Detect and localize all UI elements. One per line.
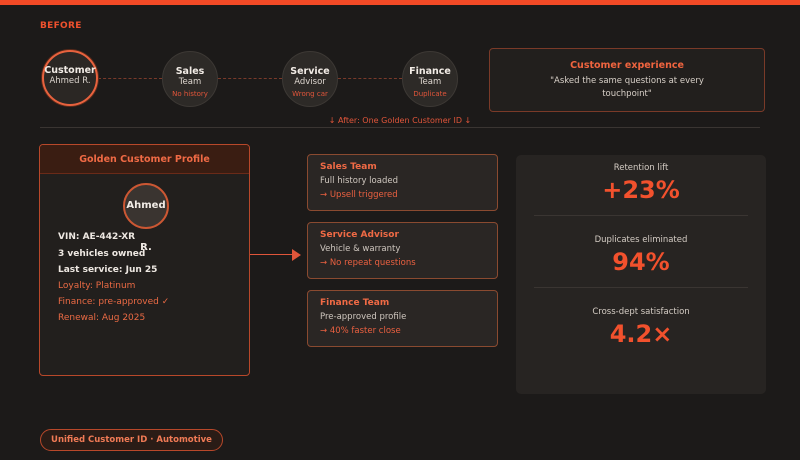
card-title: Service Advisor [320,230,399,240]
stage-subtitle: Team [178,77,202,87]
metric-value: +23% [602,176,680,204]
customer-experience-title: Customer experience [570,60,684,71]
after-label: ↓ After: One Golden Customer ID ↓ [328,116,472,125]
metric-retention: Retention lift +23% [516,163,766,204]
profile-vin: VIN: AE-442-XR [58,232,136,242]
customer-experience-quote: "Asked the same questions at every touch… [550,76,704,99]
profile-renewal: Renewal: Aug 2025 [58,313,146,323]
stage-subtitle: Team [418,77,442,87]
metric-label: Retention lift [613,163,669,173]
customer-experience-box: Customer experience "Asked the same ques… [489,48,765,112]
metric-divider [534,215,748,216]
profile-header: Golden Customer Profile [40,145,249,174]
card-service-advisor: Service Advisor Vehicle & warranty → No … [307,222,498,279]
arrow-head-icon [292,249,301,261]
flow-arrow [250,254,294,255]
profile-vehicles: 3 vehicles owned [58,249,146,259]
metric-duplicates: Duplicates eliminated 94% [516,235,766,276]
stage-title: Sales [175,66,205,77]
profile-loyalty: Loyalty: Platinum [58,281,136,291]
stage-issue: Duplicate [413,90,447,98]
card-title: Finance Team [320,298,390,308]
journey-stage-customer: Customer Ahmed R. [42,50,98,106]
card-outcome: → No repeat questions [320,258,416,268]
stage-subtitle: Ahmed R. [49,76,91,86]
metric-label: Cross-dept satisfaction [592,307,690,317]
card-status: Pre-approved profile [320,312,407,322]
journey-connector [218,78,282,79]
stage-issue: No history [172,90,208,98]
unified-id-badge: Unified Customer ID · Automotive [40,429,223,451]
journey-stage-sales: Sales Team No history [162,51,218,107]
card-status: Full history loaded [320,176,398,186]
profile-finance: Finance: pre-approved ✓ [58,297,170,307]
metrics-panel: Retention lift +23% Duplicates eliminate… [516,155,766,394]
metric-value: 94% [612,248,670,276]
card-sales-team: Sales Team Full history loaded → Upsell … [307,154,498,211]
golden-customer-profile: Golden Customer Profile Ahmed R. VIN: AE… [39,144,250,376]
metric-divider [534,287,748,288]
stage-subtitle: Advisor [294,77,326,87]
avatar: Ahmed R. [123,183,169,253]
journey-connector [338,78,402,79]
stage-issue: Wrong car [292,90,328,98]
stage-title: Finance [409,66,451,77]
journey-connector [98,78,162,79]
card-title: Sales Team [320,162,377,172]
profile-last-service: Last service: Jun 25 [58,265,158,275]
card-status: Vehicle & warranty [320,244,401,254]
top-accent-bar [0,0,800,5]
section-divider [40,127,760,128]
card-outcome: → 40% faster close [320,326,401,336]
journey-stage-service: Service Advisor Wrong car [282,51,338,107]
metric-satisfaction: Cross-dept satisfaction 4.2× [516,307,766,348]
metric-label: Duplicates eliminated [594,235,688,245]
metric-value: 4.2× [609,320,673,348]
card-outcome: → Upsell triggered [320,190,398,200]
before-label: BEFORE [40,21,82,31]
card-finance-team: Finance Team Pre-approved profile → 40% … [307,290,498,347]
journey-stage-finance: Finance Team Duplicate [402,51,458,107]
stage-title: Service [290,66,330,77]
stage-title: Customer [44,65,96,76]
